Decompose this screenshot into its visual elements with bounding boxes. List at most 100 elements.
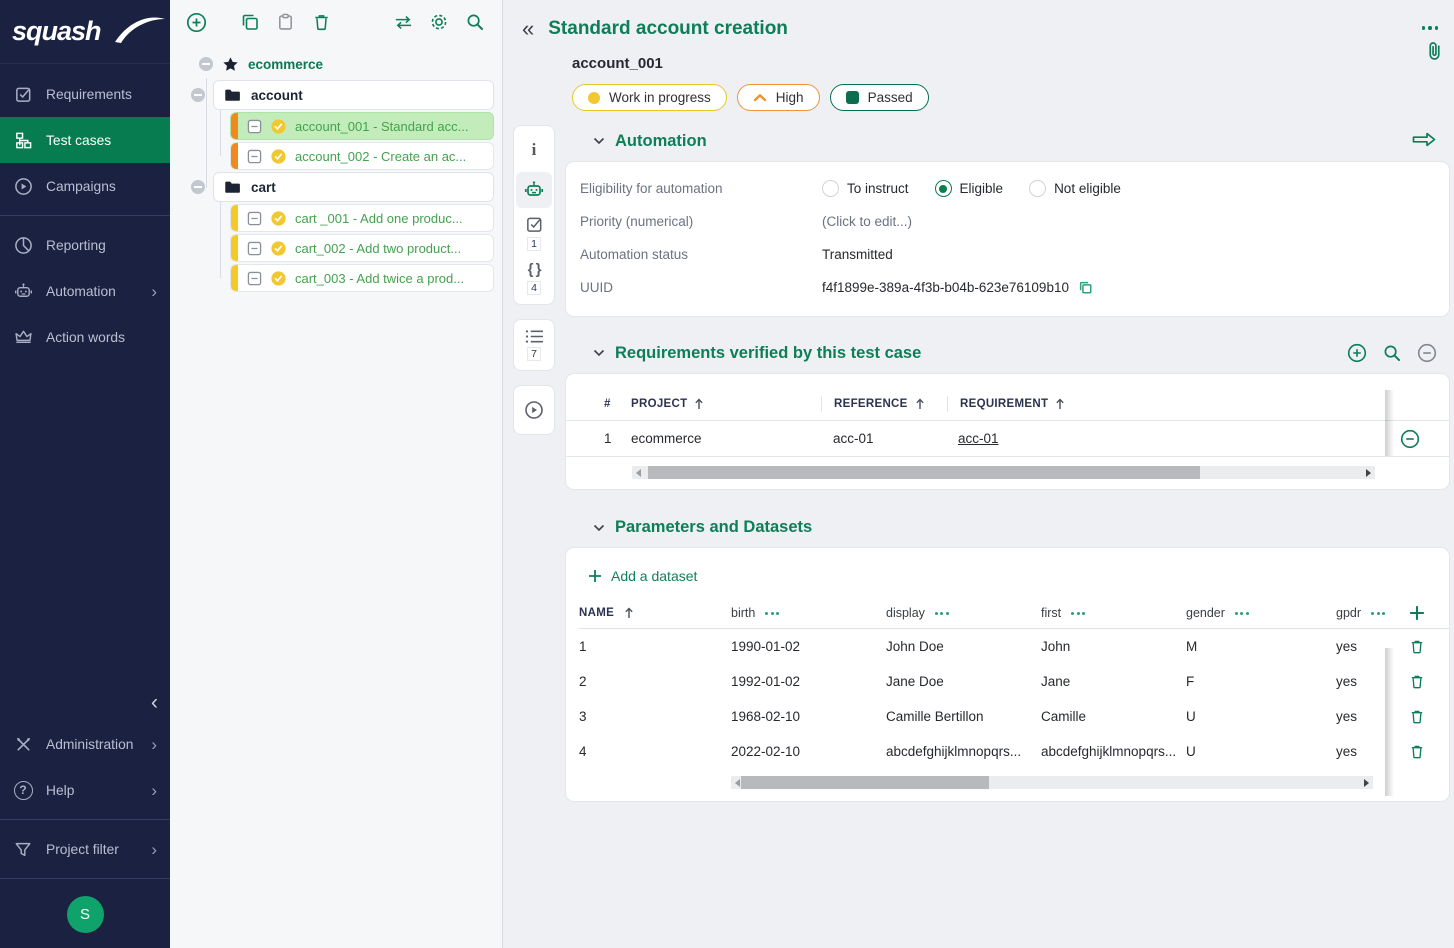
sort-asc-icon	[915, 398, 925, 410]
column-header-birth[interactable]: birth	[731, 606, 886, 620]
column-menu-icon[interactable]	[1071, 612, 1085, 615]
tree-case-account-001[interactable]: account_001 - Standard acc...	[230, 112, 494, 140]
chevron-down-icon[interactable]	[593, 137, 605, 145]
sidebar-item-automation[interactable]: Automation ›	[0, 268, 170, 314]
add-dataset-button[interactable]: Add a dataset	[588, 568, 697, 584]
sidebar-item-label: Project filter	[46, 842, 119, 857]
app-logo[interactable]: squash	[0, 0, 170, 64]
chevron-down-icon[interactable]	[593, 349, 605, 357]
link-requirement-button[interactable]	[1347, 343, 1367, 363]
column-header-requirement[interactable]: REQUIREMENT	[960, 398, 1065, 410]
horizontal-scrollbar[interactable]	[731, 776, 1373, 789]
swap-arrows-button[interactable]	[393, 12, 414, 33]
collapse-toggle-icon[interactable]	[191, 180, 205, 194]
sidebar-item-reporting[interactable]: Reporting	[0, 222, 170, 268]
tab-parameters[interactable]: { } 4	[516, 258, 552, 298]
paste-button[interactable]	[276, 12, 297, 33]
search-button[interactable]	[465, 12, 486, 33]
more-options-icon[interactable]	[1422, 26, 1439, 30]
sidebar-item-test-cases[interactable]: Test cases	[0, 117, 170, 163]
status-check-icon	[271, 271, 286, 286]
radio-eligible[interactable]: Eligible	[935, 180, 1004, 197]
column-header-display[interactable]: display	[886, 606, 1041, 620]
delete-dataset-button[interactable]	[1409, 708, 1425, 725]
tree-case-account-002[interactable]: account_002 - Create an ac...	[230, 142, 494, 170]
add-node-button[interactable]	[186, 12, 207, 33]
sidebar-item-help[interactable]: ? Help ›	[0, 767, 170, 813]
settings-gear-button[interactable]	[429, 12, 450, 33]
add-parameter-button[interactable]	[1409, 605, 1425, 621]
campaigns-play-icon	[13, 176, 33, 196]
delete-dataset-button[interactable]	[1409, 743, 1425, 760]
tab-automation[interactable]	[516, 172, 552, 208]
case-box-icon	[247, 211, 262, 226]
radio-to-instruct[interactable]: To instruct	[822, 180, 909, 197]
importance-bar	[231, 143, 238, 169]
delete-button[interactable]	[312, 12, 333, 33]
sidebar-item-label: Help	[46, 783, 74, 798]
copy-uuid-icon[interactable]	[1078, 280, 1093, 295]
column-header-first[interactable]: first	[1041, 606, 1186, 620]
column-menu-icon[interactable]	[765, 612, 779, 615]
delete-dataset-button[interactable]	[1409, 638, 1425, 655]
horizontal-scrollbar[interactable]	[632, 466, 1375, 479]
priority-editable-value[interactable]: (Click to edit...)	[822, 214, 912, 229]
transmit-arrow-icon[interactable]	[1411, 131, 1437, 151]
scroll-right-arrow[interactable]	[1364, 779, 1369, 787]
sidebar-collapse-icon[interactable]: ‹	[151, 692, 158, 713]
sidebar-item-administration[interactable]: Administration ›	[0, 721, 170, 767]
collapse-toggle-icon[interactable]	[191, 88, 205, 102]
tab-verified-requirements[interactable]: 1	[516, 212, 552, 254]
requirements-table-header: # PROJECT REFERENCE REQUIREMENT	[566, 388, 1449, 420]
scroll-left-arrow[interactable]	[735, 779, 740, 787]
field-label: Eligibility for automation	[580, 181, 822, 196]
collapse-toggle-icon[interactable]	[199, 57, 213, 71]
copy-button[interactable]	[240, 12, 261, 33]
project-name[interactable]: ecommerce	[248, 57, 323, 72]
scroll-right-arrow[interactable]	[1366, 469, 1371, 477]
cell-birth: 1990-01-02	[731, 639, 886, 654]
funnel-icon	[13, 839, 33, 859]
radio-not-eligible[interactable]: Not eligible	[1029, 180, 1121, 197]
scroll-left-arrow[interactable]	[636, 469, 641, 477]
folder-account[interactable]: account	[213, 80, 494, 110]
requirement-link[interactable]: acc-01	[958, 431, 999, 446]
sidebar-item-campaigns[interactable]: Campaigns	[0, 163, 170, 209]
importance-badge-high[interactable]: High	[737, 84, 820, 111]
tree-case-cart-001[interactable]: cart _001 - Add one produc...	[230, 204, 494, 232]
tab-information[interactable]: i	[516, 132, 552, 168]
user-avatar[interactable]: S	[67, 896, 104, 933]
column-header-num[interactable]: #	[604, 398, 631, 410]
count-badge: 7	[527, 347, 541, 361]
column-header-name[interactable]: NAME	[579, 607, 731, 619]
sidebar-item-project-filter[interactable]: Project filter ›	[0, 826, 170, 872]
search-requirement-button[interactable]	[1382, 343, 1402, 363]
column-header-reference[interactable]: REFERENCE	[834, 398, 947, 410]
datasets-panel: Add a dataset NAME birth display	[565, 547, 1450, 802]
attachment-paperclip-icon[interactable]	[1426, 40, 1443, 62]
column-menu-icon[interactable]	[1235, 612, 1249, 615]
tree-case-cart-003[interactable]: cart_003 - Add twice a prod...	[230, 264, 494, 292]
unlink-requirement-button[interactable]	[1417, 343, 1437, 363]
delete-dataset-button[interactable]	[1409, 673, 1425, 690]
chevron-down-icon[interactable]	[593, 524, 605, 532]
collapse-panel-icon[interactable]: «	[522, 18, 534, 40]
execution-badge-passed[interactable]: Passed	[830, 84, 929, 111]
scrollbar-thumb[interactable]	[648, 466, 1200, 479]
importance-bar	[231, 113, 238, 139]
status-badge-work-in-progress[interactable]: Work in progress	[572, 84, 727, 111]
tab-steps[interactable]: 7	[516, 326, 552, 364]
column-menu-icon[interactable]	[1371, 612, 1385, 615]
sidebar-item-action-words[interactable]: Action words	[0, 314, 170, 360]
sidebar-item-requirements[interactable]: Requirements	[0, 71, 170, 117]
detach-requirement-button[interactable]	[1400, 429, 1420, 449]
column-header-gpdr[interactable]: gpdr	[1336, 606, 1409, 620]
column-header-project[interactable]: PROJECT	[631, 398, 821, 410]
column-menu-icon[interactable]	[935, 612, 949, 615]
field-priority: Priority (numerical) (Click to edit...)	[566, 205, 1449, 238]
scrollbar-thumb[interactable]	[741, 776, 989, 789]
column-header-gender[interactable]: gender	[1186, 606, 1336, 620]
tab-executions[interactable]	[516, 392, 552, 428]
folder-cart[interactable]: cart	[213, 172, 494, 202]
tree-case-cart-002[interactable]: cart_002 - Add two product...	[230, 234, 494, 262]
